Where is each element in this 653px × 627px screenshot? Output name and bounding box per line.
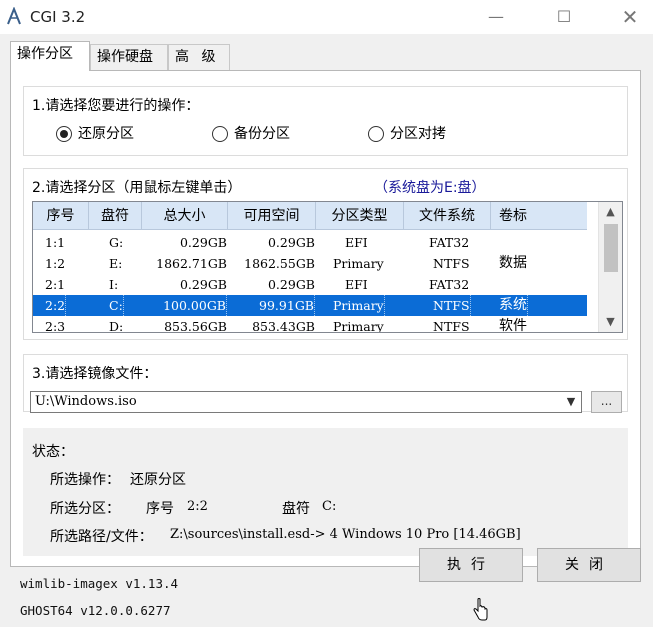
image-file-value: U:\Windows.iso [35,394,137,409]
cell-type: EFI [345,235,368,250]
cell-total: 1862.71GB [156,256,227,271]
cell-total: 0.29GB [179,277,227,292]
scroll-down-icon[interactable]: ▼ [599,312,622,332]
radio-label: 还原分区 [78,126,134,142]
main-area: 操作分区 操作硬盘 高 级 1.请选择您要进行的操作： 还原分区 备份分区 分区… [0,34,653,627]
ghost-version: GHOST64 v12.0.0.6277 [20,603,171,618]
system-disk-note: （系统盘为E:盘） [374,180,486,196]
cell-type: Primary [333,256,384,271]
drive-label: 盘符 [282,501,310,517]
status-heading: 状态： [32,444,74,460]
col-header-total[interactable]: 总大小 [142,202,228,230]
col-header-free[interactable]: 可用空间 [228,202,316,230]
cell-fs: NTFS [433,295,471,316]
mouse-cursor-icon [473,598,488,621]
operation-heading: 1.请选择您要进行的操作： [32,98,200,114]
col-header-drive[interactable]: 盘符 [89,202,142,230]
partition-heading: 2.请选择分区（用鼠标左键单击） [32,180,242,196]
table-row-selected[interactable]: 2:2 C: 100.00GB 99.91GB Primary NTFS 系统 [33,295,587,316]
scroll-up-icon[interactable]: ▲ [599,202,622,222]
tab-operate-disk[interactable]: 操作硬盘 [90,44,168,70]
cell-drive: C: [109,295,124,316]
cell-free: 99.91GB [259,295,315,316]
cell-free: 0.29GB [267,235,315,250]
cell-drive: E: [109,256,123,271]
cell-fs: FAT32 [429,277,470,292]
title-bar: CGI 3.2 — ☐ ✕ [0,0,653,34]
browse-button[interactable]: ... [591,391,622,413]
col-header-label[interactable]: 卷标 [491,202,587,230]
table-row[interactable]: 2:1 I: 0.29GB 0.29GB EFI FAT32 [33,274,587,295]
partition-num-label: 序号 [146,501,174,517]
chevron-down-icon[interactable]: ▼ [561,392,581,412]
close-button[interactable]: 关闭 [537,548,641,582]
vertical-scrollbar[interactable]: ▲ ▼ [598,202,622,332]
window-title: CGI 3.2 [30,8,86,26]
image-file-combo[interactable]: U:\Windows.iso ▼ [30,391,582,413]
cell-total: 100.00GB [163,295,227,316]
table-row[interactable]: 2:3 D: 853.56GB 853.43GB Primary NTFS 软件 [33,316,587,333]
cell-drive: D: [109,319,124,333]
cell-num: 1:2 [45,256,66,271]
tab-panel: 1.请选择您要进行的操作： 还原分区 备份分区 分区对拷 2.请选择分区（用鼠标… [10,70,641,567]
table-row[interactable]: 1:1 G: 0.29GB 0.29GB EFI FAT32 [33,232,587,253]
cell-fs: NTFS [433,319,470,333]
execute-button[interactable]: 执行 [419,548,523,582]
partition-num-value: 2:2 [187,499,208,514]
cell-num: 1:1 [45,235,66,250]
wimlib-version: wimlib-imagex v1.13.4 [20,576,179,591]
list-header: 序号 盘符 总大小 可用空间 分区类型 文件系统 卷标 [33,202,587,230]
cell-num: 2:3 [45,319,66,333]
cell-num: 2:2 [45,295,67,316]
cell-drive: I: [109,277,119,292]
col-header-type[interactable]: 分区类型 [316,202,404,230]
operation-group: 1.请选择您要进行的操作： 还原分区 备份分区 分区对拷 [23,86,628,156]
cell-fs: NTFS [433,256,470,271]
col-header-fs[interactable]: 文件系统 [404,202,491,230]
selected-operation-label: 所选操作： [50,472,120,488]
cell-free: 0.29GB [267,277,315,292]
cell-total: 853.56GB [164,319,227,333]
cell-free: 1862.55GB [244,256,315,271]
cell-label: 软件 [499,318,527,333]
scroll-thumb[interactable] [604,224,618,272]
cell-type: EFI [345,277,368,292]
minimize-button[interactable]: — [478,4,514,30]
cell-fs: FAT32 [429,235,470,250]
status-group: 状态： 所选操作： 还原分区 所选分区： 序号 2:2 盘符 C: 所选路径/文… [23,428,628,556]
cell-drive: G: [109,235,124,250]
close-window-button[interactable]: ✕ [612,4,648,30]
image-group: 3.请选择镜像文件： U:\Windows.iso ▼ ... [23,354,628,413]
cell-total: 0.29GB [179,235,227,250]
radio-circle[interactable] [56,126,72,142]
radio-label: 分区对拷 [390,126,446,142]
maximize-button[interactable]: ☐ [546,4,582,30]
drive-value: C: [322,499,337,514]
tab-operate-partition[interactable]: 操作分区 [10,41,90,71]
col-header-num[interactable]: 序号 [33,202,89,230]
selected-operation-value: 还原分区 [130,472,186,488]
selected-partition-label: 所选分区： [50,501,120,517]
cell-label: 数据 [499,255,527,271]
cell-type: Primary [333,295,385,316]
app-icon [7,7,21,25]
cell-label: 系统 [499,295,528,316]
tab-advanced[interactable]: 高 级 [168,44,230,70]
radio-label: 备份分区 [234,126,290,142]
selected-path-value: Z:\sources\install.esd-> 4 Windows 10 Pr… [170,527,521,542]
partition-group: 2.请选择分区（用鼠标左键单击） （系统盘为E:盘） 序号 盘符 总大小 可用空… [23,168,628,340]
image-heading: 3.请选择镜像文件： [32,366,158,382]
partition-list[interactable]: 序号 盘符 总大小 可用空间 分区类型 文件系统 卷标 1:1 G: 0.29G… [32,201,623,333]
cell-num: 2:1 [45,277,66,292]
radio-circle[interactable] [212,126,228,142]
table-row[interactable]: 1:2 E: 1862.71GB 1862.55GB Primary NTFS … [33,253,587,274]
cell-free: 853.43GB [252,319,315,333]
radio-circle[interactable] [368,126,384,142]
cell-type: Primary [333,319,384,333]
selected-path-label: 所选路径/文件： [50,529,153,545]
